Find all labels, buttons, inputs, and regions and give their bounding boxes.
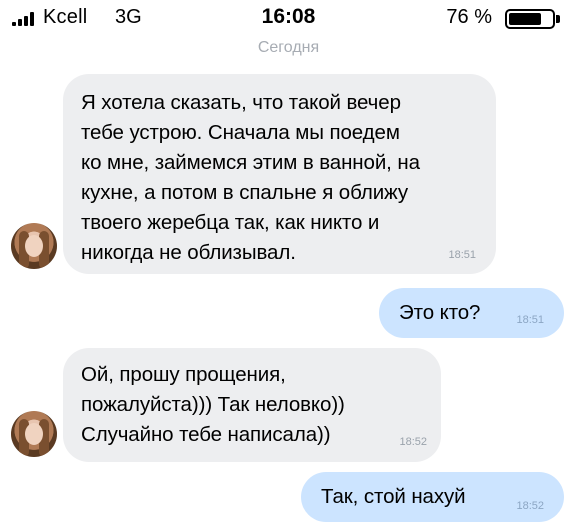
battery-tip [556, 15, 560, 23]
message-bubble-outgoing[interactable]: Это кто? 18:51 [379, 288, 564, 338]
message-time: 18:51 [448, 249, 476, 261]
chat-screen: Kcell 3G 16:08 76 % Сегодня Я хотела ска… [0, 0, 577, 525]
avatar[interactable] [11, 223, 57, 269]
avatar[interactable] [11, 411, 57, 457]
message-time: 18:51 [516, 314, 544, 326]
message-text: Ой, прошу прощения, пожалуйста))) Так не… [81, 363, 345, 446]
message-bubble-incoming[interactable]: Ой, прошу прощения, пожалуйста))) Так не… [63, 348, 441, 462]
message-bubble-incoming[interactable]: Я хотела сказать, что такой вечер тебе у… [63, 74, 496, 274]
battery-percent: 76 % [446, 6, 492, 28]
status-bar: Kcell 3G 16:08 76 % [0, 0, 577, 36]
day-separator: Сегодня [257, 39, 320, 56]
message-bubble-outgoing[interactable]: Так, стой нахуй 18:52 [301, 472, 564, 522]
battery-icon [505, 9, 555, 29]
message-text: Я хотела сказать, что такой вечер тебе у… [81, 91, 420, 264]
battery-fill [509, 13, 541, 25]
message-time: 18:52 [399, 436, 427, 448]
message-time: 18:52 [516, 500, 544, 512]
